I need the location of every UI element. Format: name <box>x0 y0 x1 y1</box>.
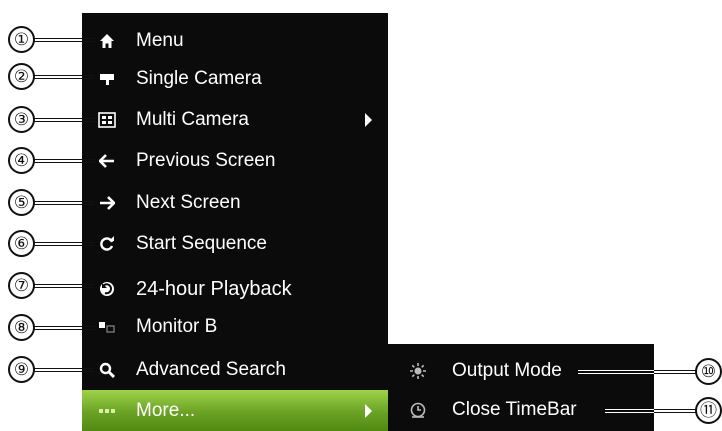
search-icon <box>96 361 118 379</box>
clock-icon <box>408 401 428 419</box>
menu-item-label: Next Screen <box>136 192 241 213</box>
menu-item-label: 24-hour Playback <box>136 277 292 300</box>
callout-6: ⑥ <box>8 230 35 257</box>
submenu-item-label: Close TimeBar <box>452 399 577 420</box>
menu-item-next-screen[interactable]: Next Screen <box>82 184 388 222</box>
playback-icon <box>96 280 118 298</box>
callout-leader <box>34 75 94 79</box>
callout-leader <box>578 370 654 374</box>
monitor-icon <box>96 318 118 336</box>
refresh-icon <box>96 235 118 253</box>
callout-10: ⑩ <box>695 358 722 385</box>
callout-leader <box>34 284 94 288</box>
callout-5: ⑤ <box>8 189 35 216</box>
submenu-arrow-icon <box>365 113 372 127</box>
menu-item-multi-camera[interactable]: Multi Camera <box>82 101 388 139</box>
multi-camera-icon <box>96 111 118 129</box>
menu-item-label: More... <box>136 399 196 421</box>
output-mode-icon <box>408 362 428 380</box>
menu-item-menu[interactable]: Menu <box>82 22 388 60</box>
callout-leader <box>34 118 94 122</box>
callout-leader <box>605 409 654 413</box>
submenu-item-label: Output Mode <box>452 360 562 381</box>
callout-3: ③ <box>8 106 35 133</box>
callout-11: ⑪ <box>695 397 722 424</box>
callout-leader <box>34 201 94 205</box>
more-icon <box>96 402 118 420</box>
menu-item-label: Multi Camera <box>136 109 249 130</box>
callout-leader <box>34 38 94 42</box>
menu-item-label: Menu <box>136 30 184 51</box>
callout-leader <box>34 326 94 330</box>
callout-leader <box>34 242 94 246</box>
menu-item-24-hour-playback[interactable]: 24-hour Playback <box>82 268 388 310</box>
menu-item-start-sequence[interactable]: Start Sequence <box>82 225 388 263</box>
callout-leader <box>654 370 698 374</box>
submenu-arrow-icon <box>365 403 372 418</box>
callout-leader <box>654 409 698 413</box>
home-icon <box>96 32 118 50</box>
menu-item-label: Advanced Search <box>136 359 286 380</box>
menu-item-label: Start Sequence <box>136 233 267 254</box>
menu-item-label: Monitor B <box>136 316 218 337</box>
menu-item-single-camera[interactable]: Single Camera <box>82 60 388 98</box>
callout-4: ④ <box>8 147 35 174</box>
menu-item-advanced-search[interactable]: Advanced Search <box>82 351 388 389</box>
arrow-left-icon <box>96 152 118 170</box>
callout-leader <box>34 368 94 372</box>
menu-item-label: Previous Screen <box>136 150 276 171</box>
callout-8: ⑧ <box>8 314 35 341</box>
callout-9: ⑨ <box>8 356 35 383</box>
callout-1: ① <box>8 26 35 53</box>
menu-item-monitor-b[interactable]: Monitor B <box>82 308 388 346</box>
camera-icon <box>96 70 118 88</box>
menu-item-previous-screen[interactable]: Previous Screen <box>82 142 388 180</box>
callout-leader <box>34 159 94 163</box>
arrow-right-icon <box>96 194 118 212</box>
callout-7: ⑦ <box>8 272 35 299</box>
menu-item-more[interactable]: More... <box>82 390 388 431</box>
menu-item-label: Single Camera <box>136 68 262 89</box>
callout-2: ② <box>8 63 35 90</box>
